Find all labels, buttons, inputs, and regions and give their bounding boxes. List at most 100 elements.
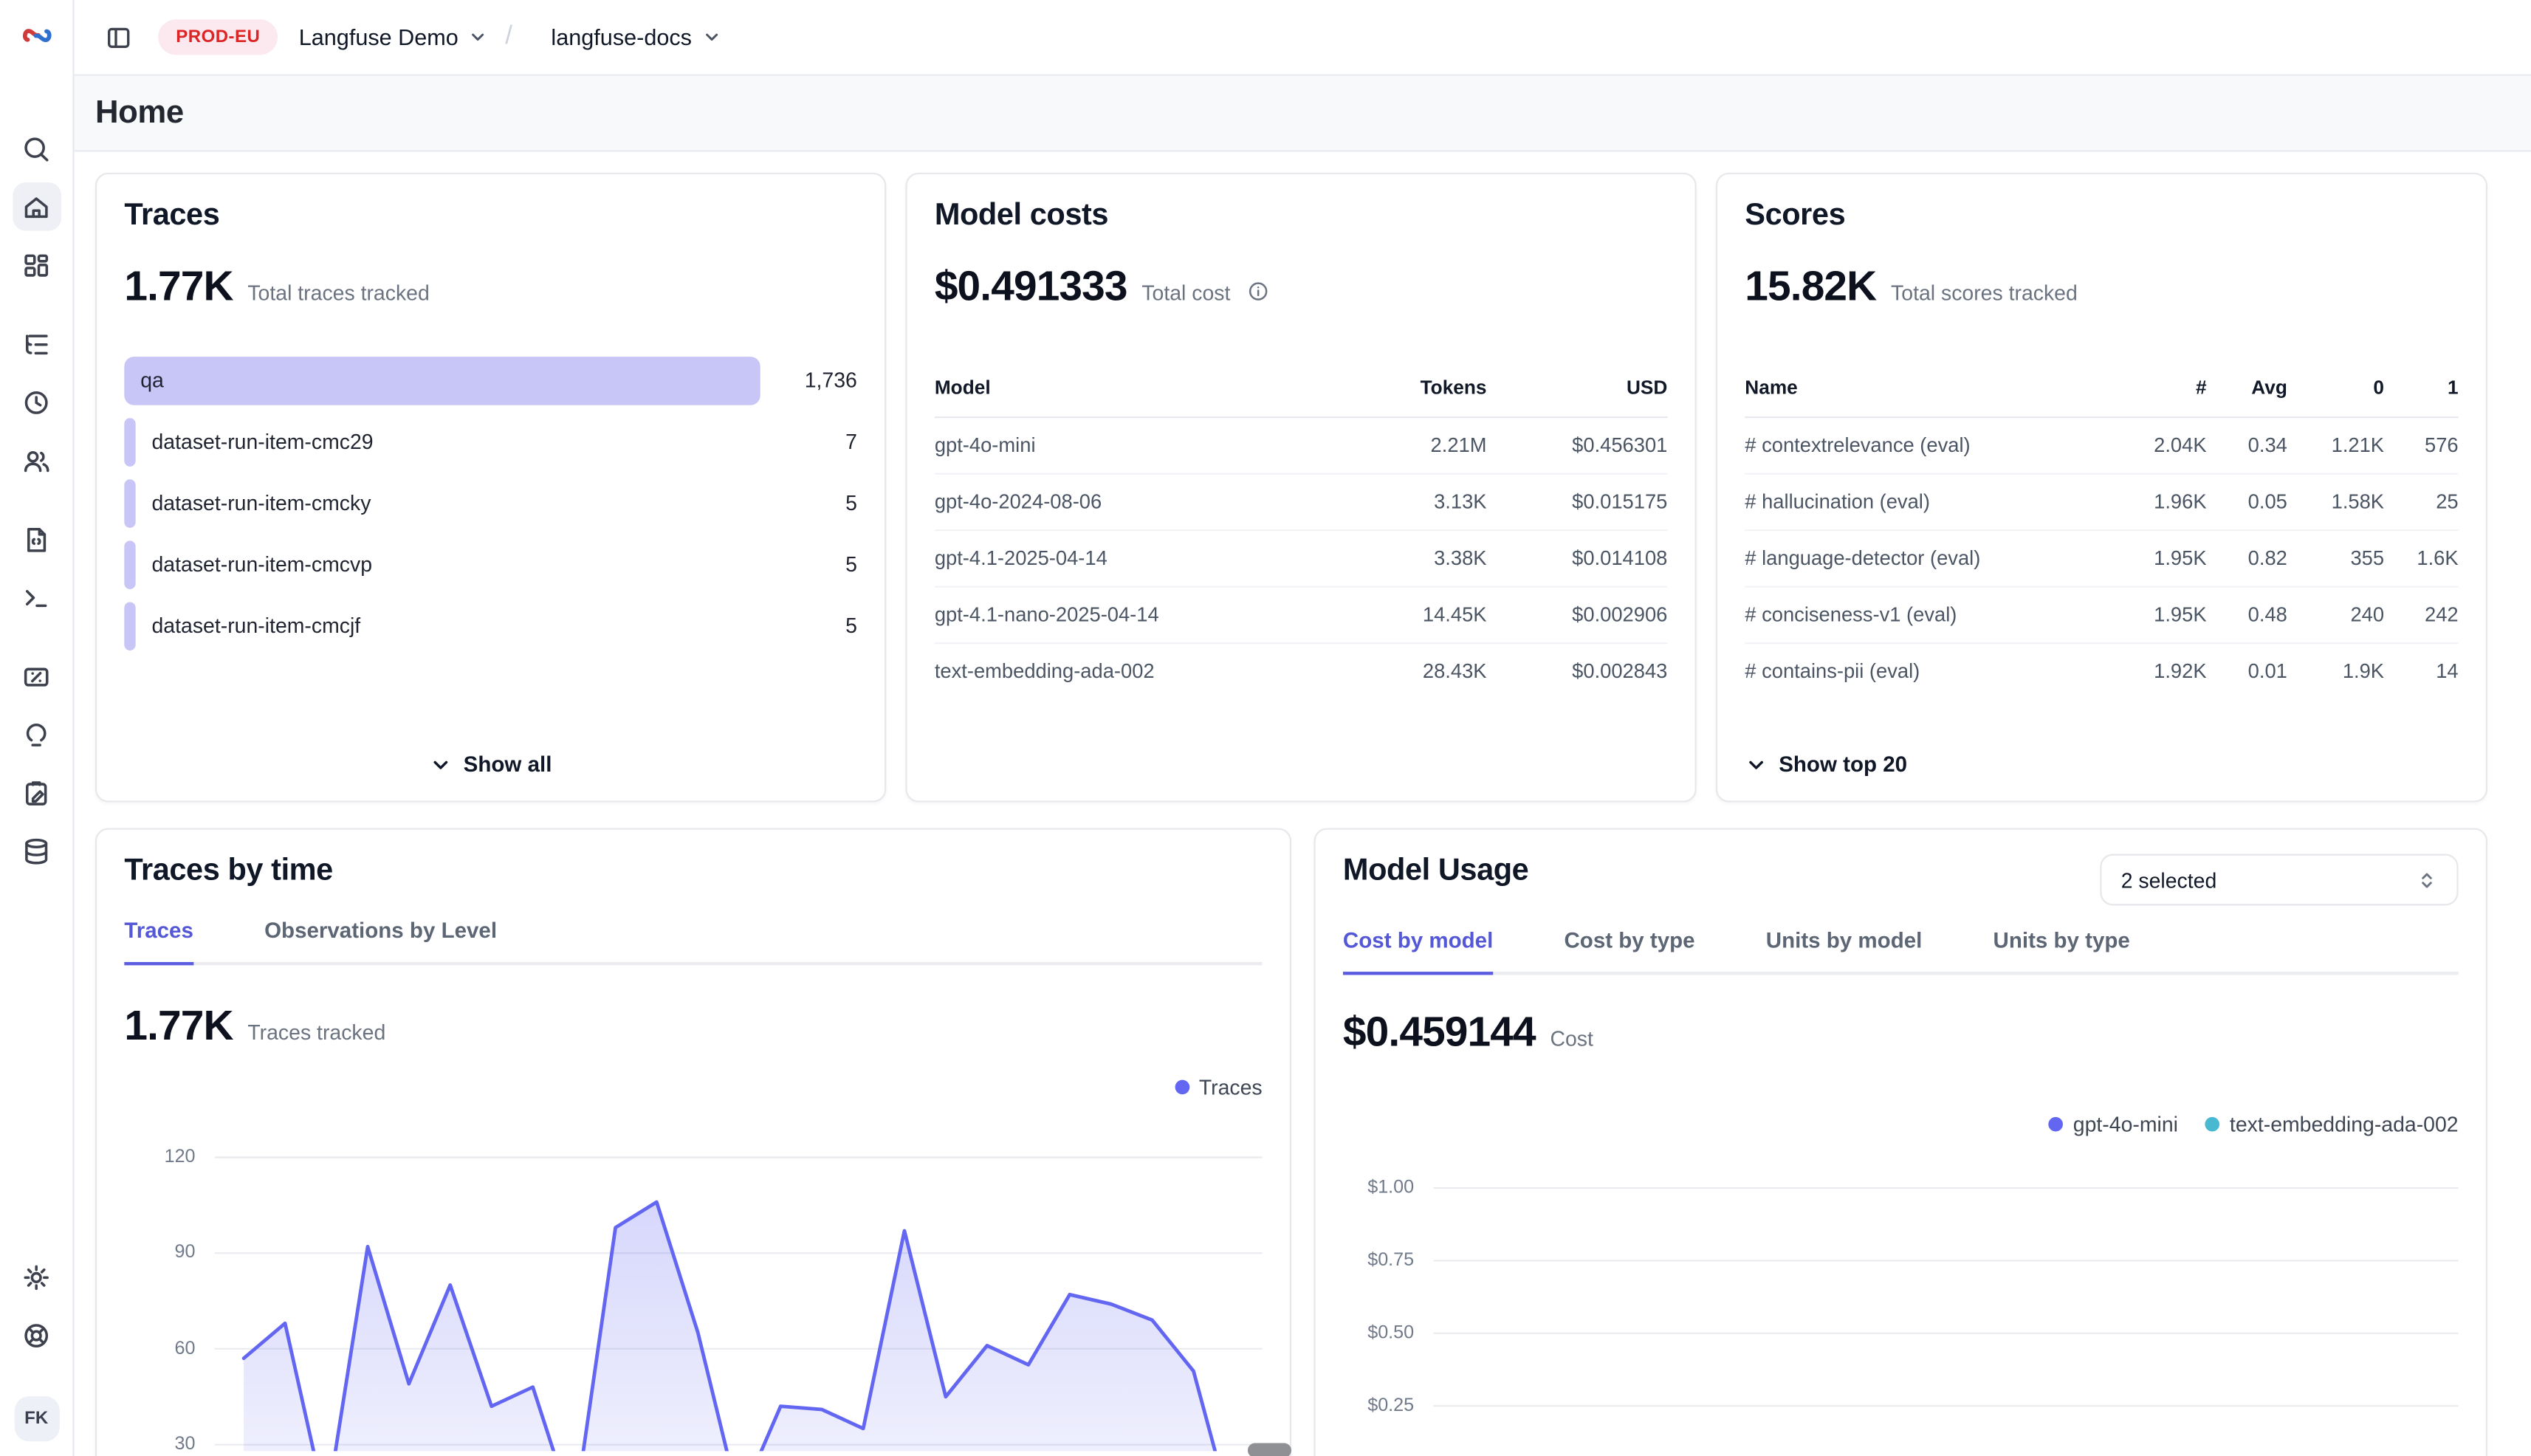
y-tick-label: 120 (165, 1144, 196, 1170)
traces-by-time-title: Traces by time (124, 854, 1262, 890)
home-icon[interactable] (12, 182, 61, 231)
table-cell: 3.13K (1332, 491, 1487, 514)
annotation-clipboard-pen-icon[interactable] (12, 769, 61, 817)
users-icon[interactable] (12, 436, 61, 484)
sidebar-toggle-icon[interactable] (97, 16, 139, 58)
model-costs-card: Model costs $0.491333 Total cost ModelTo… (905, 173, 1696, 803)
traces-tracked-label: Traces tracked (247, 1020, 385, 1045)
table-cell: gpt-4o-2024-08-06 (935, 491, 1332, 514)
main-area: PROD-EU Langfuse Demo / langfuse-docs Ho… (75, 0, 2531, 1456)
tab-units-by-type[interactable]: Units by type (1993, 928, 2130, 972)
trace-bar-row[interactable]: dataset-run-item-cmcjf 5 (124, 602, 857, 650)
table-cell: 2.04K (2123, 434, 2207, 457)
chevron-down-icon (701, 27, 721, 47)
show-top-20-label: Show top 20 (1779, 752, 1907, 777)
environment-badge: PROD-EU (158, 19, 278, 55)
tab-cost-by-type[interactable]: Cost by type (1564, 928, 1694, 972)
table-cell: 576 (2384, 434, 2459, 457)
show-all-button[interactable]: Show all (124, 752, 857, 777)
sessions-clock-icon[interactable] (12, 378, 61, 427)
user-avatar[interactable]: FK (14, 1396, 59, 1441)
model-costs-total-label: Total cost (1141, 281, 1230, 305)
table-cell: 1.92K (2123, 660, 2207, 683)
model-usage-line-chart (1433, 1150, 2458, 1440)
tracing-tree-icon[interactable] (12, 320, 61, 368)
datasets-database-icon[interactable] (12, 826, 61, 875)
model-usage-title: Model Usage (1343, 854, 1528, 890)
model-usage-tabs: Cost by model Cost by type Units by model U… (1343, 928, 2459, 975)
y-tick-label: 90 (175, 1240, 196, 1266)
chevrons-up-down-icon (2417, 869, 2437, 890)
chevron-down-icon (430, 753, 453, 776)
info-icon[interactable] (1248, 281, 1268, 301)
tab-traces[interactable]: Traces (124, 918, 193, 965)
dashboards-icon[interactable] (12, 241, 61, 289)
settings-gear-icon[interactable] (12, 1253, 61, 1302)
show-all-label: Show all (464, 752, 552, 777)
page-title: Home (95, 95, 184, 131)
org-switcher[interactable]: Langfuse Demo (299, 24, 487, 50)
traces-bar-list: qa1,736 dataset-run-item-cmc297 dataset-ru… (124, 357, 857, 663)
trace-bar-value: 5 (766, 602, 856, 650)
table-cell: $0.456301 (1487, 434, 1668, 457)
model-select-value: 2 selected (2121, 868, 2217, 892)
table-cell: 0.34 (2207, 434, 2287, 457)
model-select-dropdown[interactable]: 2 selected (2100, 854, 2458, 906)
tab-cost-by-model[interactable]: Cost by model (1343, 928, 1493, 975)
traces-legend-traces[interactable]: Traces (1175, 1075, 1263, 1099)
support-lifebuoy-icon[interactable] (12, 1311, 61, 1359)
table-cell: 1.9K (2287, 660, 2384, 683)
tab-observations-by-level[interactable]: Observations by Level (264, 918, 497, 962)
y-tick-label: $0.75 (1367, 1248, 1414, 1274)
show-top-20-button[interactable]: Show top 20 (1745, 752, 2458, 777)
model-usage-legend-gpt-4o-mini[interactable]: gpt-4o-mini (2049, 1112, 2178, 1136)
model-costs-total: $0.491333 (935, 261, 1127, 312)
traces-chart-legend: Traces (124, 1075, 1262, 1099)
column-header-0: 0 (2287, 376, 2384, 399)
scores-card: Scores 15.82K Total scores tracked Name#… (1716, 173, 2487, 803)
table-cell: 0.82 (2207, 547, 2287, 570)
search-icon[interactable] (12, 124, 61, 173)
trace-bar-row[interactable]: dataset-run-item-cmcky5 (124, 479, 857, 528)
trace-bar-value: 1,736 (766, 357, 856, 405)
traces-chart: 120906030 (124, 1120, 1262, 1456)
table-cell: $0.002843 (1487, 660, 1668, 683)
trace-bar-track (124, 357, 760, 405)
project-switcher[interactable]: langfuse-docs (551, 24, 721, 50)
trace-bar-label: dataset-run-item-cmcjf (152, 602, 361, 650)
table-cell: 28.43K (1332, 660, 1487, 683)
prompts-file-code-icon[interactable] (12, 515, 61, 563)
table-row: # contains-pii (eval)1.92K0.011.9K14 (1745, 642, 2458, 699)
dashboard-content: Traces 1.77K Total traces tracked qa1,73… (95, 173, 2487, 1456)
langfuse-logo-icon[interactable] (18, 18, 54, 53)
column-header-model: Model (935, 376, 1332, 399)
table-cell: 0.48 (2207, 604, 2287, 627)
trace-bar-row[interactable]: dataset-run-item-cmcvp5 (124, 540, 857, 589)
table-cell: # contains-pii (eval) (1745, 660, 2123, 683)
table-cell: 25 (2384, 491, 2459, 514)
trace-bar-row[interactable]: qa1,736 (124, 357, 857, 405)
table-cell: 0.05 (2207, 491, 2287, 514)
chevron-down-icon (1745, 753, 1768, 776)
trace-bar-fill (124, 602, 135, 650)
model-usage-legend: gpt-4o-mini text-embedding-ada-002 (1343, 1112, 2459, 1136)
column-header-tokens: Tokens (1332, 376, 1487, 399)
column-header-avg: Avg (2207, 376, 2287, 399)
trace-bar-row[interactable]: dataset-run-item-cmc297 (124, 418, 857, 467)
traces-card-title: Traces (124, 199, 857, 234)
traces-chart-yaxis: 120906030 (124, 1120, 214, 1456)
playground-terminal-icon[interactable] (12, 573, 61, 622)
insights-lightbulb-icon[interactable] (12, 710, 61, 759)
table-cell: gpt-4.1-2025-04-14 (935, 547, 1332, 570)
model-usage-card: Model Usage 2 selected Cost by modelCost… (1314, 828, 2487, 1456)
table-header-row: Name#Avg01 (1745, 360, 2458, 419)
topbar: PROD-EU Langfuse Demo / langfuse-docs (75, 0, 2531, 75)
model-usage-legend-text-embedding-ada-002[interactable]: text-embedding-ada-002 (2205, 1112, 2458, 1136)
table-cell: 355 (2287, 547, 2384, 570)
model-usage-total-label: Cost (1550, 1026, 1593, 1051)
horizontal-scrollbar-thumb[interactable] (1248, 1443, 1291, 1455)
table-cell: # hallucination (eval) (1745, 491, 2123, 514)
table-cell: 1.6K (2384, 547, 2459, 570)
tab-units-by-model[interactable]: Units by model (1766, 928, 1923, 972)
evaluation-icon[interactable] (12, 652, 61, 701)
